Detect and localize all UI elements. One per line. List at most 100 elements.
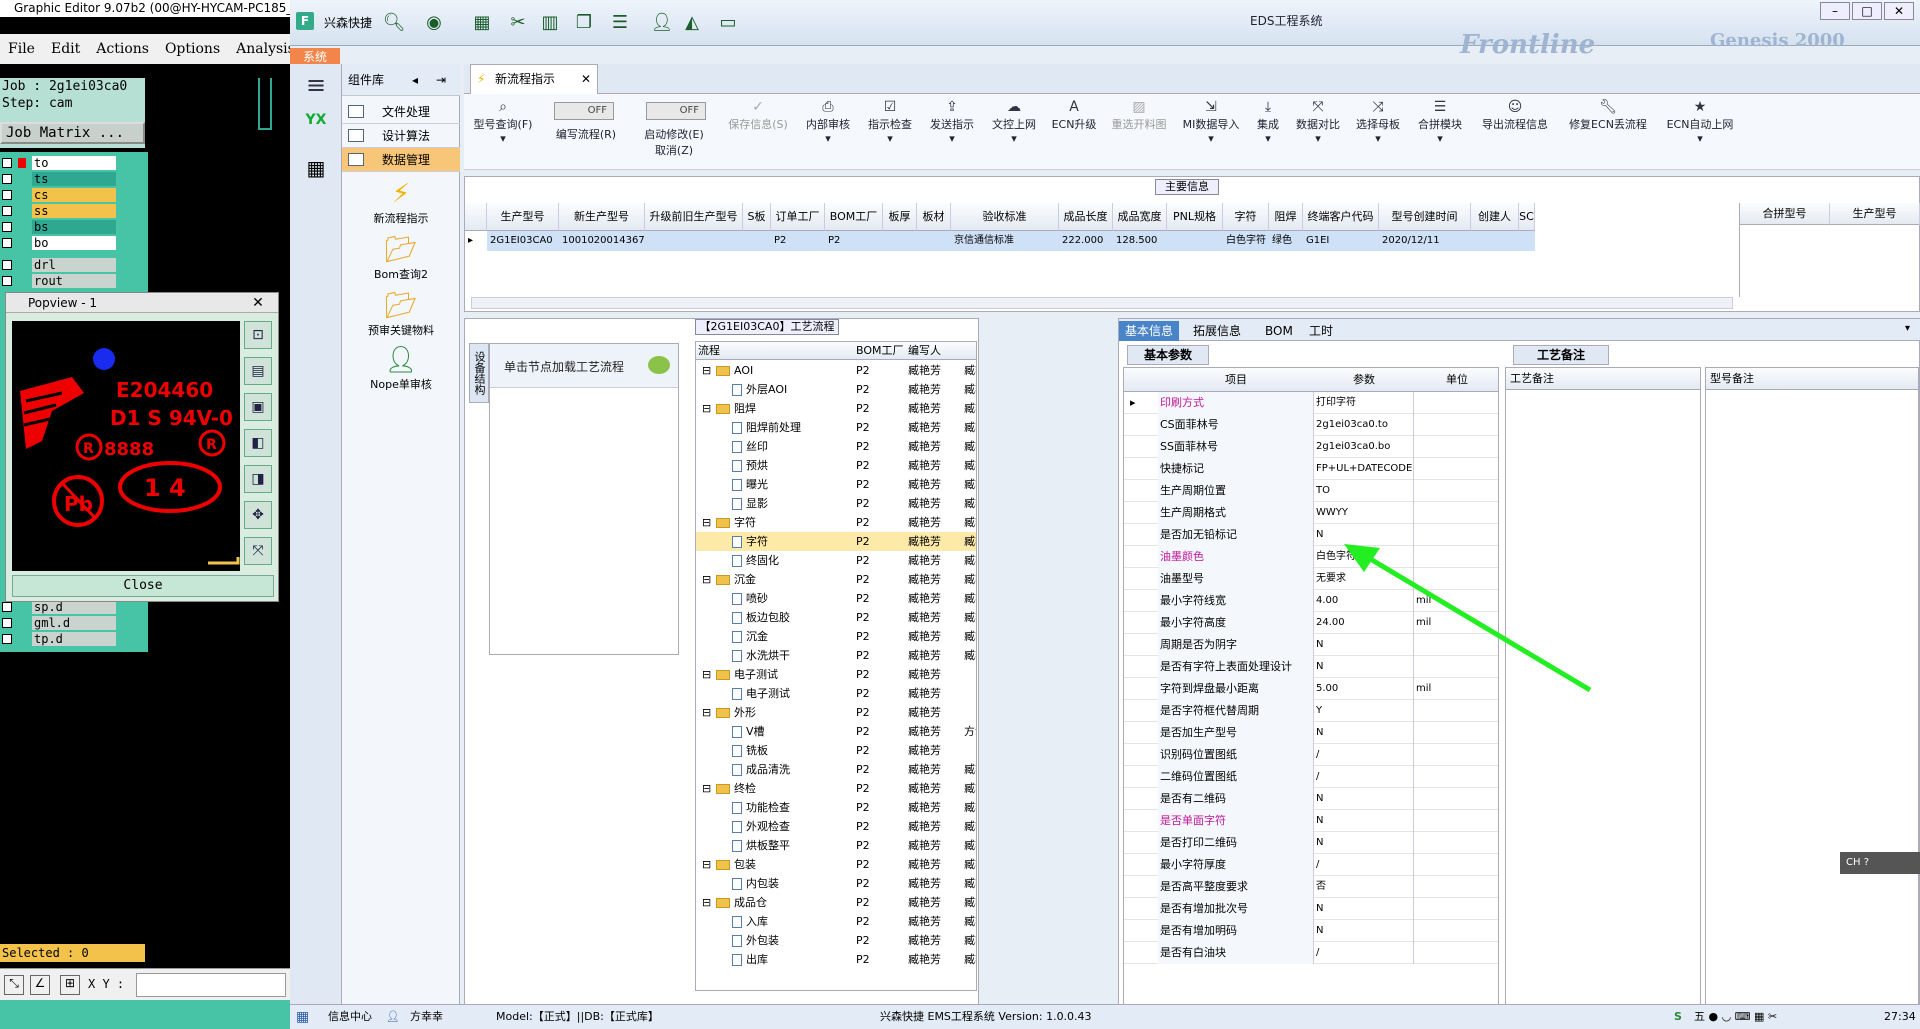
close-window-icon[interactable]: ✕ [1884, 2, 1914, 20]
tree-row[interactable]: 电子测试 P2 臧艳芳 [696, 684, 976, 703]
ge-menu-edit[interactable]: Edit [43, 41, 88, 57]
col-header[interactable]: 型号创建时间 [1379, 203, 1471, 231]
param-row[interactable]: SS面菲林号 2g1ei03ca0.bo [1124, 436, 1498, 458]
col-header[interactable]: 成品宽度 [1113, 203, 1167, 231]
param-value[interactable]: N [1314, 810, 1414, 832]
tree-row[interactable]: 曝光 P2 臧艳芳 臧艳芳 [696, 475, 976, 494]
collapse-icon[interactable]: ⊟ [702, 703, 711, 722]
col-header[interactable]: 新生产型号 [559, 203, 645, 231]
layer-row[interactable]: bs [0, 220, 118, 234]
reselect-cutting-button[interactable]: ▨ 重选开料图 [1104, 98, 1174, 168]
nav-item-design-algorithm[interactable]: 设计算法 [342, 124, 460, 148]
param-row[interactable]: 生产周期格式 WWYY [1124, 502, 1498, 524]
select-all-corner[interactable] [465, 203, 487, 231]
param-row[interactable]: 识别码位置图纸 / [1124, 744, 1498, 766]
popview-canvas[interactable]: E204460 D1 S 94V-0 R 8888 R Pb 1 4 [12, 321, 240, 571]
tree-row[interactable]: 字符 ⊟ P2 臧艳芳 臧艳芳 [696, 513, 976, 532]
param-row[interactable]: 最小字符高度 24.00 mil [1124, 612, 1498, 634]
tree-row[interactable]: 阻焊前处理 P2 臧艳芳 臧艳芳 [696, 418, 976, 437]
tree-row[interactable]: 阻焊 ⊟ P2 臧艳芳 臧艳芳 [696, 399, 976, 418]
tab-device-structure[interactable]: 设备结构 [469, 343, 489, 403]
param-value[interactable]: 无要求 [1314, 568, 1414, 590]
param-value[interactable]: 否 [1314, 876, 1414, 898]
layer-row[interactable]: bo [0, 236, 118, 250]
layer-row[interactable]: gml.d [0, 616, 118, 630]
tree-row[interactable]: 板边包胶 P2 臧艳芳 臧艳芳 [696, 608, 976, 627]
print-icon[interactable]: ▤ [244, 357, 272, 385]
ecn-upgrade-button[interactable]: A ECN升级 [1046, 98, 1102, 168]
tree-row[interactable]: 外形 ⊟ P2 臧艳芳 [696, 703, 976, 722]
table-cell[interactable]: 222.000 [1059, 231, 1113, 251]
ge-menu-options[interactable]: Options [157, 41, 228, 57]
pan-left-icon[interactable]: ◧ [244, 429, 272, 457]
collapse-icon[interactable]: ⊟ [702, 399, 711, 418]
tab-basic-info[interactable]: 基本信息 [1119, 321, 1180, 341]
col-header[interactable]: 终端客户代码 [1303, 203, 1379, 231]
table-cell[interactable] [883, 231, 917, 251]
write-flow-toggle[interactable]: OFF [554, 102, 614, 120]
table-cell[interactable]: 绿色 [1269, 231, 1303, 251]
param-value[interactable]: Y [1314, 700, 1414, 722]
layer-row[interactable]: ss [0, 204, 118, 218]
select-master-button[interactable]: ⤨ 选择母板 ▾ [1348, 98, 1408, 168]
save-icon[interactable]: ▣ [244, 393, 272, 421]
zoom-fit-icon[interactable]: ⊡ [244, 321, 272, 349]
param-row[interactable]: 是否加无铅标记 N [1124, 524, 1498, 546]
param-value[interactable]: / [1314, 854, 1414, 876]
export-flow-button[interactable]: ☺ 导出流程信息 [1472, 98, 1558, 168]
tree-row[interactable]: 预烘 P2 臧艳芳 臧艳芳 [696, 456, 976, 475]
table-cell[interactable] [743, 231, 771, 251]
param-row[interactable]: 最小字符线宽 4.00 mil [1124, 590, 1498, 612]
col-header[interactable]: 生产型号 [487, 203, 559, 231]
param-value[interactable]: 5.00 [1314, 678, 1414, 700]
tree-row[interactable]: 外观检查 P2 臧艳芳 臧艳芳 [696, 817, 976, 836]
layer-row[interactable]: ts [0, 172, 118, 186]
param-row[interactable]: 快捷标记 FP+UL+DATECODE [1124, 458, 1498, 480]
param-row[interactable]: 油墨颜色 白色字符 [1124, 546, 1498, 568]
col-header[interactable]: PNL规格 [1167, 203, 1223, 231]
tree-row[interactable]: 沉金 ⊟ P2 臧艳芳 臧艳芳 [696, 570, 976, 589]
close-icon[interactable]: ✕ [246, 295, 270, 311]
param-row[interactable]: 最小字符厚度 / [1124, 854, 1498, 876]
tab-extended-info[interactable]: 拓展信息 [1187, 321, 1247, 341]
pin-icon[interactable]: ⇥ [436, 64, 446, 96]
instruction-check-button[interactable]: ☑ 指示检查 ▾ [860, 98, 920, 168]
user-icon[interactable]: 👤︎ [648, 12, 676, 34]
ge-menu-file[interactable]: File [0, 41, 43, 57]
monitor-icon[interactable]: ▭ [714, 12, 742, 34]
param-row[interactable]: 是否字符框代替周期 Y [1124, 700, 1498, 722]
tab-bom[interactable]: BOM [1259, 321, 1299, 341]
col-header[interactable]: 字符 [1223, 203, 1269, 231]
param-row[interactable]: CS面菲林号 2g1ei03ca0.to [1124, 414, 1498, 436]
tree-row[interactable]: 出库 P2 臧艳芳 臧艳芳 [696, 950, 976, 969]
xy-input[interactable] [136, 973, 286, 997]
tab-work-hours[interactable]: 工时 [1303, 321, 1339, 341]
tree-row[interactable]: 成品仓 ⊟ P2 臧艳芳 臧艳芳 [696, 893, 976, 912]
collapse-icon[interactable]: ⊟ [702, 665, 711, 684]
collapse-icon[interactable]: ⊟ [702, 570, 711, 589]
tree-row[interactable]: 字符 P2 臧艳芳 臧艳芳 [696, 532, 976, 551]
param-value[interactable]: N [1314, 634, 1414, 656]
nav-key-material[interactable]: 📂︎ 预审关键物料 [342, 290, 460, 338]
tree-row[interactable]: 终固化 P2 臧艳芳 臧艳芳 [696, 551, 976, 570]
film-icon[interactable]: ▥ [536, 12, 564, 34]
tab-new-process[interactable]: ⚡ 新流程指示 ✕ [470, 64, 598, 94]
table-cell[interactable] [1519, 231, 1535, 251]
tree-row[interactable]: 功能检查 P2 臧艳芳 臧艳芳 [696, 798, 976, 817]
load-flow-hint[interactable]: 单击节点加载工艺流程 [504, 358, 624, 375]
col-header[interactable]: 验收标准 [951, 203, 1059, 231]
horizontal-scrollbar[interactable] [471, 297, 1733, 309]
param-value[interactable]: 4.00 [1314, 590, 1414, 612]
tree-row[interactable]: 喷砂 P2 臧艳芳 臧艳芳 [696, 589, 976, 608]
param-value[interactable]: N [1314, 656, 1414, 678]
tree-row[interactable]: AOI ⊟ P2 臧艳芳 臧艳芳 [696, 361, 976, 380]
param-row[interactable]: 生产周期位置 TO [1124, 480, 1498, 502]
nav-bom-query[interactable]: 📂︎ Bom查询2 [342, 234, 460, 282]
hamburger-icon[interactable]: ≡ [300, 72, 332, 98]
job-matrix-button[interactable]: Job Matrix ... [0, 122, 145, 144]
zoom-in-icon[interactable]: ✥ [244, 501, 272, 529]
table-cell[interactable]: 2G1EI03CA0 [487, 231, 559, 251]
param-row[interactable]: 是否有二维码 N [1124, 788, 1498, 810]
col-header[interactable]: SC [1519, 203, 1535, 231]
send-instruction-button[interactable]: ⇪ 发送指示 ▾ [922, 98, 982, 168]
